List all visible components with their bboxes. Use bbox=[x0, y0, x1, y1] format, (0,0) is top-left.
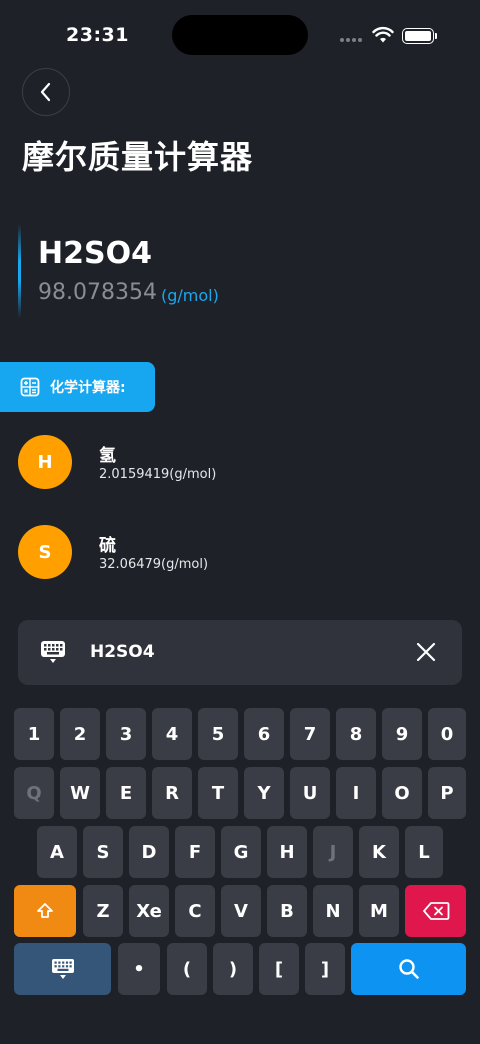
key-open-bracket[interactable]: [ bbox=[259, 943, 299, 995]
key-g[interactable]: G bbox=[221, 826, 261, 878]
status-icons bbox=[340, 24, 440, 46]
key-b[interactable]: B bbox=[267, 885, 307, 937]
element-badge: H bbox=[18, 435, 72, 489]
result-unit: (g/mol) bbox=[161, 286, 219, 305]
accent-bar bbox=[18, 224, 21, 318]
key-close-paren[interactable]: ) bbox=[213, 943, 253, 995]
key-c[interactable]: C bbox=[175, 885, 215, 937]
result-molar-mass: 98.078354 bbox=[38, 280, 157, 305]
key-9[interactable]: 9 bbox=[382, 708, 422, 760]
wifi-icon bbox=[372, 26, 394, 43]
element-item-hydrogen: H 氢 2.0159419(g/mol) bbox=[18, 435, 458, 491]
battery-icon bbox=[402, 28, 434, 44]
status-time: 23:31 bbox=[66, 24, 129, 46]
key-k[interactable]: K bbox=[359, 826, 399, 878]
keyboard-icon bbox=[51, 959, 74, 979]
delete-button[interactable] bbox=[405, 885, 466, 937]
page-title: 摩尔质量计算器 bbox=[22, 138, 254, 176]
key-n[interactable]: N bbox=[313, 885, 353, 937]
key-6[interactable]: 6 bbox=[244, 708, 284, 760]
key-i[interactable]: I bbox=[336, 767, 376, 819]
key-close-bracket[interactable]: ] bbox=[305, 943, 345, 995]
clear-button[interactable] bbox=[414, 640, 438, 664]
chevron-left-icon bbox=[40, 82, 51, 102]
key-open-paren[interactable]: ( bbox=[167, 943, 207, 995]
shift-icon bbox=[37, 903, 53, 918]
key-s[interactable]: S bbox=[83, 826, 123, 878]
calculator-icon bbox=[20, 377, 40, 397]
formula-input-bar[interactable]: H2SO4 bbox=[18, 620, 462, 685]
element-mass: 32.06479(g/mol) bbox=[99, 557, 209, 572]
element-mass: 2.0159419(g/mol) bbox=[99, 467, 217, 482]
element-item-sulfur: S 硫 32.06479(g/mol) bbox=[18, 525, 458, 581]
key-d[interactable]: D bbox=[129, 826, 169, 878]
key-v[interactable]: V bbox=[221, 885, 261, 937]
result-block: H2SO4 98.078354 (g/mol) bbox=[18, 224, 458, 318]
element-badge: S bbox=[18, 525, 72, 579]
key-t[interactable]: T bbox=[198, 767, 238, 819]
key-4[interactable]: 4 bbox=[152, 708, 192, 760]
key-8[interactable]: 8 bbox=[336, 708, 376, 760]
hide-keyboard-button[interactable] bbox=[14, 943, 111, 995]
key-1[interactable]: 1 bbox=[14, 708, 54, 760]
search-icon bbox=[398, 959, 419, 979]
battery-tip bbox=[435, 33, 437, 39]
search-button[interactable] bbox=[351, 943, 466, 995]
key-3[interactable]: 3 bbox=[106, 708, 146, 760]
key-m[interactable]: M bbox=[359, 885, 399, 937]
key-q[interactable]: Q bbox=[14, 767, 54, 819]
key-xe[interactable]: Xe bbox=[129, 885, 169, 937]
formula-input-value[interactable]: H2SO4 bbox=[90, 642, 155, 662]
signal-icon bbox=[340, 38, 364, 42]
key-u[interactable]: U bbox=[290, 767, 330, 819]
backspace-icon bbox=[422, 902, 449, 920]
key-w[interactable]: W bbox=[60, 767, 100, 819]
key-2[interactable]: 2 bbox=[60, 708, 100, 760]
keyboard-icon bbox=[41, 641, 65, 663]
key-y[interactable]: Y bbox=[244, 767, 284, 819]
close-icon bbox=[416, 642, 436, 662]
result-formula: H2SO4 bbox=[38, 236, 152, 271]
key-o[interactable]: O bbox=[382, 767, 422, 819]
key-7[interactable]: 7 bbox=[290, 708, 330, 760]
element-name: 硫 bbox=[99, 536, 116, 556]
key-5[interactable]: 5 bbox=[198, 708, 238, 760]
key-z[interactable]: Z bbox=[83, 885, 123, 937]
dynamic-island bbox=[172, 15, 308, 55]
key-h[interactable]: H bbox=[267, 826, 307, 878]
back-button[interactable] bbox=[22, 68, 70, 116]
key-dot[interactable]: • bbox=[118, 943, 160, 995]
key-j[interactable]: J bbox=[313, 826, 353, 878]
chem-calculator-tag: 化学计算器: bbox=[0, 362, 155, 412]
shift-button[interactable] bbox=[14, 885, 76, 937]
key-e[interactable]: E bbox=[106, 767, 146, 819]
key-p[interactable]: P bbox=[428, 767, 466, 819]
key-l[interactable]: L bbox=[405, 826, 443, 878]
element-name: 氢 bbox=[99, 446, 116, 466]
key-0[interactable]: 0 bbox=[428, 708, 466, 760]
chem-calculator-label: 化学计算器: bbox=[50, 380, 126, 396]
key-r[interactable]: R bbox=[152, 767, 192, 819]
key-f[interactable]: F bbox=[175, 826, 215, 878]
key-a[interactable]: A bbox=[37, 826, 77, 878]
status-bar: 23:31 bbox=[0, 0, 480, 70]
